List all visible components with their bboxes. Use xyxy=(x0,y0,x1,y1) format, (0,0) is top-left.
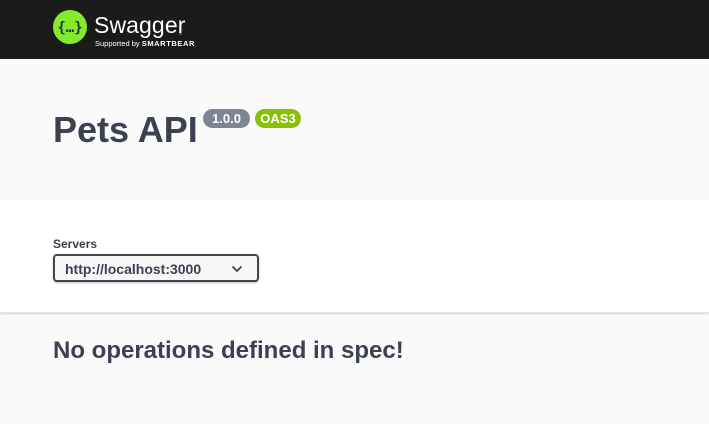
logo-tagline-prefix: Supported by xyxy=(95,39,140,48)
swagger-logo-link[interactable]: {…} Swagger ™ Supported by SMARTBEAR xyxy=(53,10,203,50)
servers-label: Servers xyxy=(53,237,98,251)
swagger-braces-icon: {…} xyxy=(53,10,87,44)
servers-select[interactable]: http://localhost:3000 xyxy=(53,254,259,282)
version-badge: 1.0.0 xyxy=(203,109,250,128)
no-operations-message: No operations defined in spec! xyxy=(53,337,404,364)
logo-trademark: ™ xyxy=(178,32,182,37)
topbar: {…} Swagger ™ Supported by SMARTBEAR xyxy=(0,0,709,59)
svg-text:{…}: {…} xyxy=(57,20,82,36)
servers-section: Servers http://localhost:3000 xyxy=(0,200,709,313)
servers-selected-value: http://localhost:3000 xyxy=(65,261,202,277)
oas-badge: OAS3 xyxy=(255,109,301,128)
api-info-section: Pets API 1.0.0 OAS3 xyxy=(0,59,709,200)
logo-tagline-brand: SMARTBEAR xyxy=(141,39,196,48)
logo-wordmark: Swagger xyxy=(94,12,186,38)
chevron-down-icon xyxy=(232,266,242,272)
api-title: Pets API xyxy=(53,109,198,150)
logo-tagline: Supported by SMARTBEAR xyxy=(95,39,195,48)
